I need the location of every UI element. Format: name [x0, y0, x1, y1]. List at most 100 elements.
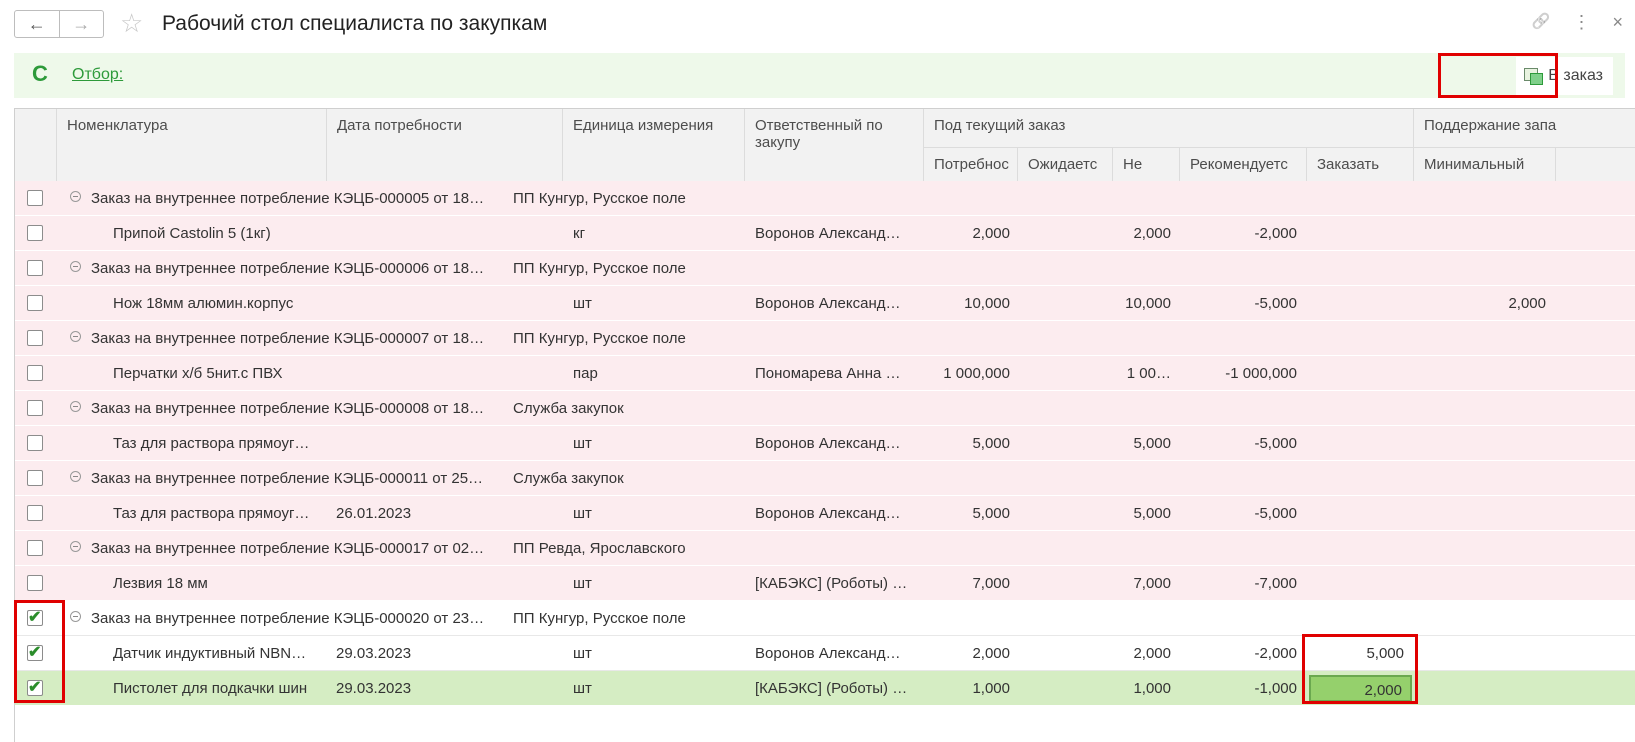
- cell-minimal: [1414, 671, 1546, 706]
- column-header-responsible[interactable]: Ответственный по закупу: [745, 109, 924, 188]
- table-row-group[interactable]: Заказ на внутреннее потребление КЭЦБ-000…: [15, 321, 1635, 356]
- table-row[interactable]: Припой Castolin 5 (1кг) кг Воронов Алекс…: [15, 216, 1635, 251]
- cell-not: 1,000: [1133, 680, 1171, 697]
- filter-link[interactable]: Отбор:: [72, 66, 123, 84]
- collapse-icon[interactable]: [70, 191, 81, 202]
- highlight-frame-order-cells: [1302, 634, 1418, 704]
- grid-header: Номенклатура Дата потребности Единица из…: [15, 109, 1635, 189]
- cell-nomenclature: Перчатки х/б 5нит.с ПВХ: [113, 365, 283, 382]
- cell-unit: шт: [573, 295, 592, 312]
- table-row-group[interactable]: Заказ на внутреннее потребление КЭЦБ-000…: [15, 251, 1635, 286]
- table-row[interactable]: Лезвия 18 мм шт [КАБЭКС] (Роботы) … 7,00…: [15, 566, 1635, 601]
- row-checkbox[interactable]: [27, 505, 43, 521]
- cell-responsible: Воронов Александ…: [755, 435, 901, 452]
- collapse-icon[interactable]: [70, 401, 81, 412]
- group-division: ПП Кунгур, Русское поле: [513, 330, 686, 347]
- cell-date: 26.01.2023: [336, 505, 412, 522]
- cell-need: 5,000: [972, 505, 1010, 522]
- table-row[interactable]: Перчатки х/б 5нит.с ПВХ пар Пономарева А…: [15, 356, 1635, 391]
- cell-unit: шт: [573, 680, 592, 697]
- cell-not: 2,000: [1133, 225, 1171, 242]
- cell-unit: шт: [573, 505, 592, 522]
- title-bar: ← → ☆ Рабочий стол специалиста по закупк…: [0, 0, 1635, 50]
- cell-responsible: Воронов Александ…: [755, 645, 901, 662]
- row-checkbox[interactable]: [27, 435, 43, 451]
- command-bar: C Отбор: В заказ: [14, 53, 1625, 98]
- row-checkbox[interactable]: [27, 190, 43, 206]
- cell-unit: шт: [573, 435, 592, 452]
- cell-unit: шт: [573, 575, 592, 592]
- refresh-icon[interactable]: C: [32, 61, 48, 87]
- page-title: Рабочий стол специалиста по закупкам: [162, 12, 548, 35]
- cell-recommended: -5,000: [1254, 505, 1297, 522]
- row-checkbox[interactable]: [27, 540, 43, 556]
- cell-responsible: Воронов Александ…: [755, 295, 901, 312]
- cell-need: 1 000,000: [943, 365, 1010, 382]
- row-checkbox[interactable]: [27, 330, 43, 346]
- group-division: ПП Ревда, Ярославского: [513, 540, 686, 557]
- navigation-buttons: ← →: [14, 10, 104, 38]
- cell-not: 5,000: [1133, 505, 1171, 522]
- forward-button[interactable]: →: [58, 11, 104, 37]
- forward-arrow-icon: →: [72, 13, 91, 34]
- back-button[interactable]: ←: [15, 11, 59, 37]
- table-row[interactable]: Таз для раствора прямоуг… шт Воронов Але…: [15, 426, 1635, 461]
- row-checkbox[interactable]: [27, 260, 43, 276]
- group-title: Заказ на внутреннее потребление КЭЦБ-000…: [91, 260, 485, 277]
- group-division: ПП Кунгур, Русское поле: [513, 610, 686, 627]
- group-title: Заказ на внутреннее потребление КЭЦБ-000…: [91, 470, 484, 487]
- cell-recommended: -1 000,000: [1225, 365, 1297, 382]
- favorite-star-icon[interactable]: ☆: [120, 8, 143, 38]
- cell-minimal: [1414, 566, 1546, 601]
- group-title: Заказ на внутреннее потребление КЭЦБ-000…: [91, 540, 485, 557]
- table-row-group[interactable]: Заказ на внутреннее потребление КЭЦБ-000…: [15, 181, 1635, 216]
- column-header-checkbox: [15, 109, 57, 188]
- table-row-group[interactable]: Заказ на внутреннее потребление КЭЦБ-000…: [15, 601, 1635, 636]
- row-checkbox[interactable]: [27, 295, 43, 311]
- cell-date: [336, 566, 556, 601]
- row-checkbox[interactable]: [27, 470, 43, 486]
- cell-date: [336, 426, 556, 461]
- cell-nomenclature: Пистолет для подкачки шин: [113, 680, 308, 697]
- cell-minimal: [1414, 426, 1546, 461]
- row-checkbox[interactable]: [27, 400, 43, 416]
- cell-recommended: -2,000: [1254, 645, 1297, 662]
- cell-responsible: [КАБЭКС] (Роботы) …: [755, 680, 908, 697]
- table-row[interactable]: Таз для раствора прямоуг… 26.01.2023 шт …: [15, 496, 1635, 531]
- group-title: Заказ на внутреннее потребление КЭЦБ-000…: [91, 610, 485, 627]
- column-header-current-order: Под текущий заказ: [924, 109, 1414, 147]
- cell-date: [336, 356, 556, 391]
- collapse-icon[interactable]: [70, 261, 81, 272]
- cell-responsible: Пономарева Анна …: [755, 365, 901, 382]
- row-checkbox[interactable]: [27, 365, 43, 381]
- cell-nomenclature: Припой Castolin 5 (1кг): [113, 225, 271, 242]
- collapse-icon[interactable]: [70, 541, 81, 552]
- cell-date: 29.03.2023: [336, 680, 412, 697]
- cell-unit: кг: [573, 225, 586, 242]
- table-row-group[interactable]: Заказ на внутреннее потребление КЭЦБ-000…: [15, 391, 1635, 426]
- link-icon[interactable]: 🔗: [1532, 12, 1551, 33]
- collapse-icon[interactable]: [70, 471, 81, 482]
- cell-responsible: Воронов Александ…: [755, 225, 901, 242]
- column-header-nomenclature[interactable]: Номенклатура: [57, 109, 327, 188]
- cell-nomenclature: Таз для раствора прямоуг…: [113, 505, 310, 522]
- cell-date: [336, 216, 556, 251]
- more-icon[interactable]: ⋮: [1572, 12, 1590, 33]
- cell-minimal: [1414, 216, 1546, 251]
- column-header-unit[interactable]: Единица измерения: [563, 109, 745, 188]
- row-checkbox[interactable]: [27, 225, 43, 241]
- row-checkbox[interactable]: [27, 575, 43, 591]
- cell-recommended: -2,000: [1254, 225, 1297, 242]
- close-icon[interactable]: ×: [1612, 12, 1623, 33]
- cell-nomenclature: Таз для раствора прямоуг…: [113, 435, 310, 452]
- collapse-icon[interactable]: [70, 611, 81, 622]
- cell-date: 29.03.2023: [336, 645, 412, 662]
- cell-responsible: Воронов Александ…: [755, 505, 901, 522]
- table-row-group[interactable]: Заказ на внутреннее потребление КЭЦБ-000…: [15, 531, 1635, 566]
- column-header-need-date[interactable]: Дата потребности: [327, 109, 563, 188]
- collapse-icon[interactable]: [70, 331, 81, 342]
- table-row[interactable]: Нож 18мм алюмин.корпус шт Воронов Алекса…: [15, 286, 1635, 321]
- cell-minimal: [1414, 636, 1546, 671]
- table-row-group[interactable]: Заказ на внутреннее потребление КЭЦБ-000…: [15, 461, 1635, 496]
- cell-date: [336, 286, 556, 321]
